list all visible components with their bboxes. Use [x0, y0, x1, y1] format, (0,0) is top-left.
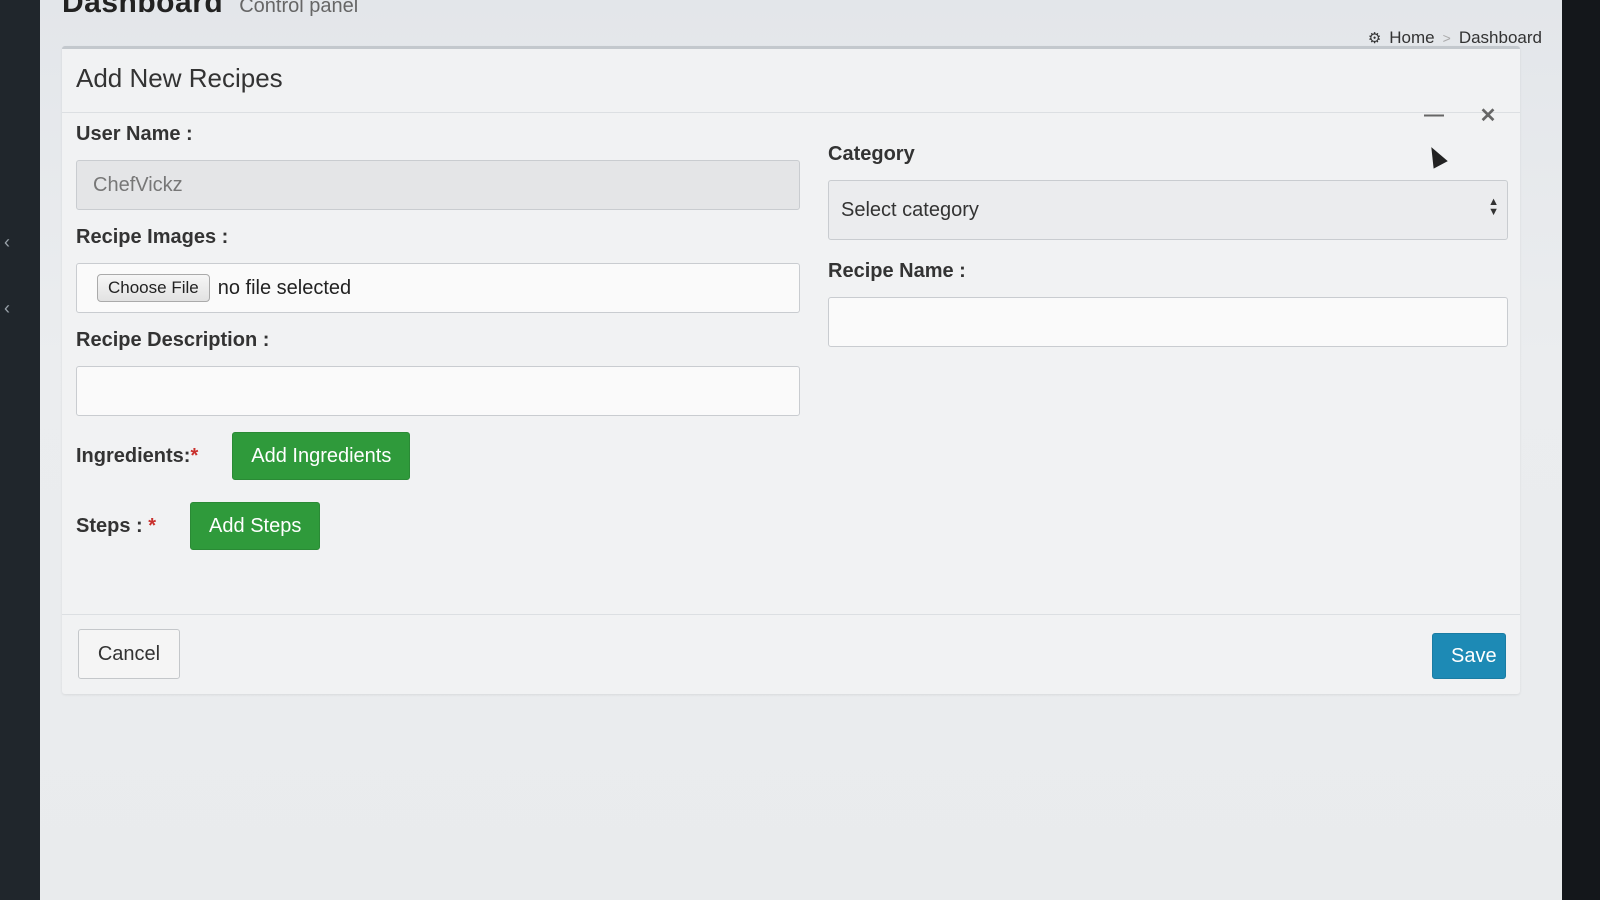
recipe-images-input[interactable]: Choose File no file selected — [76, 263, 800, 313]
category-select[interactable]: Select category ▲ ▼ — [828, 180, 1508, 240]
box-body: User Name : ChefVickz Recipe Images : Ch… — [62, 113, 1520, 613]
form-column-left: User Name : ChefVickz Recipe Images : Ch… — [76, 123, 800, 550]
recipe-name-label: Recipe Name : — [828, 260, 966, 282]
screen-bezel-left: ‹ ‹ — [0, 0, 40, 900]
recipe-images-label: Recipe Images : — [76, 226, 229, 248]
category-label: Category — [828, 143, 915, 165]
required-marker: * — [148, 514, 157, 537]
chevron-left-icon[interactable]: ‹ — [4, 232, 10, 253]
chevron-left-icon[interactable]: ‹ — [4, 298, 10, 319]
box-header: Add New Recipes — [62, 49, 1520, 113]
content-header: Dashboard Control panel — [62, 0, 358, 20]
recipe-description-field[interactable] — [76, 366, 800, 416]
save-button[interactable]: Save — [1432, 633, 1506, 679]
box-title: Add New Recipes — [76, 63, 283, 93]
screen-bezel-right — [1560, 0, 1600, 900]
file-status: no file selected — [217, 276, 352, 299]
select-arrows-icon: ▲ ▼ — [1488, 196, 1499, 218]
add-recipe-box: Add New Recipes — ✕ User Name : ChefVick… — [62, 46, 1520, 694]
add-ingredients-button[interactable]: Add Ingredients — [232, 432, 411, 480]
required-marker: * — [190, 444, 199, 467]
box-footer: Cancel Save — [62, 614, 1520, 694]
breadcrumb: ⚙ Home > Dashboard — [1368, 28, 1542, 48]
dashboard-icon: ⚙ — [1367, 30, 1382, 47]
recipe-name-field[interactable] — [828, 297, 1508, 347]
choose-file-button[interactable]: Choose File — [97, 274, 210, 302]
breadcrumb-current: Dashboard — [1458, 28, 1542, 47]
content-wrapper: Dashboard Control panel ⚙ Home > Dashboa… — [40, 0, 1562, 900]
form-column-right: Category Select category ▲ ▼ Recipe Name … — [828, 143, 1508, 363]
username-field[interactable]: ChefVickz — [76, 160, 800, 210]
breadcrumb-home[interactable]: Home — [1389, 28, 1434, 48]
page-title: Dashboard — [62, 0, 224, 19]
recipe-description-label: Recipe Description : — [76, 329, 270, 351]
steps-label: Steps : * — [76, 514, 157, 537]
cancel-button[interactable]: Cancel — [78, 629, 180, 679]
username-label: User Name : — [76, 123, 193, 145]
breadcrumb-separator: > — [1442, 30, 1451, 46]
category-selected: Select category — [841, 198, 979, 221]
add-steps-button[interactable]: Add Steps — [190, 502, 321, 550]
page-subtitle: Control panel — [239, 0, 359, 17]
ingredients-label: Ingredients:* — [76, 444, 199, 467]
